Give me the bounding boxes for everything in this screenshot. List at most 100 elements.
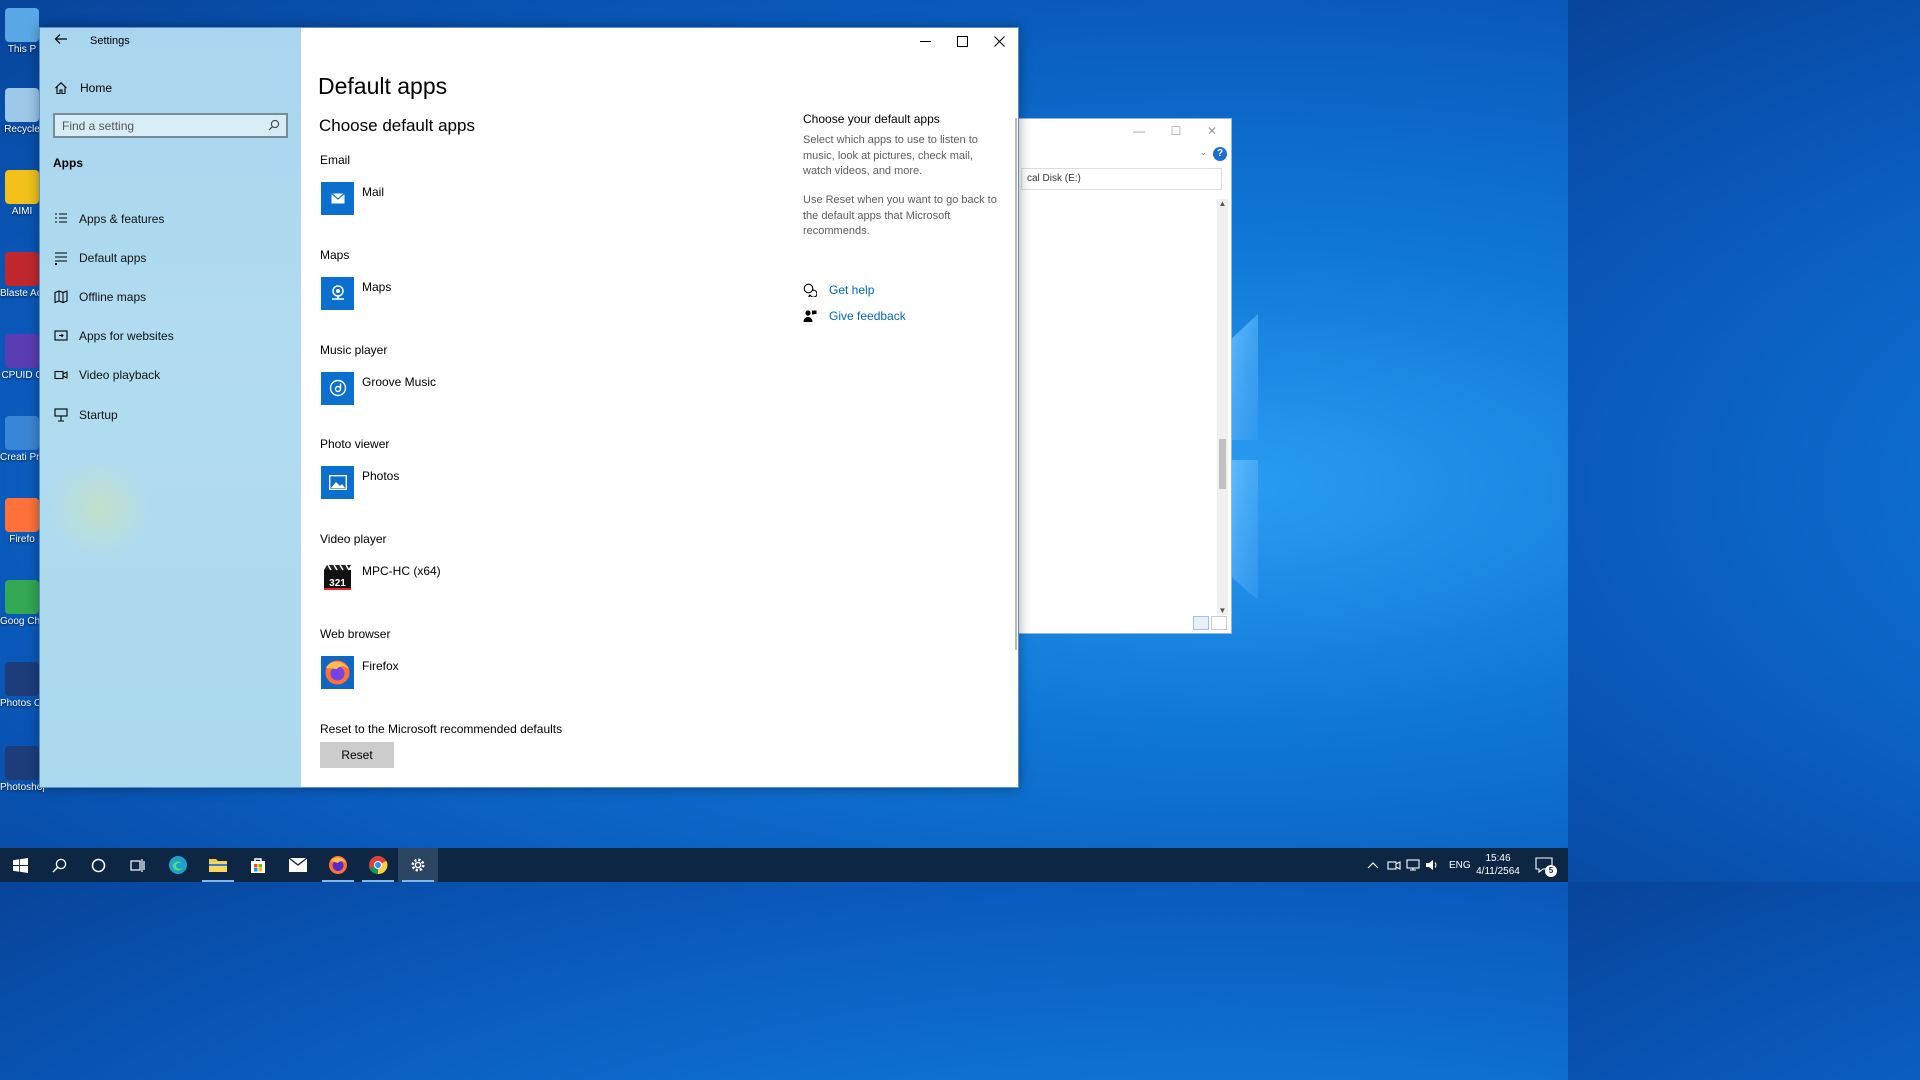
sidebar-item-video-playback[interactable]: Video playback — [40, 356, 301, 395]
startup-icon — [54, 407, 68, 422]
large-icons-view-icon[interactable] — [1211, 616, 1227, 630]
app-shortcut-icon — [5, 88, 39, 122]
folder-icon — [209, 859, 227, 872]
desktop-icon[interactable]: Goog Chron — [0, 580, 44, 627]
store-taskbar-button[interactable] — [238, 848, 278, 882]
search-icon[interactable] — [268, 119, 280, 131]
sidebar-item-startup[interactable]: Startup — [40, 395, 301, 434]
explorer-titlebar[interactable]: — ☐ ✕ — [1001, 119, 1231, 143]
chevron-down-icon[interactable]: ⌄ — [1199, 147, 1207, 158]
chrome-taskbar-button[interactable] — [358, 848, 398, 882]
default-app-button[interactable]: Maps — [321, 276, 392, 310]
help-icon[interactable]: ? — [1213, 147, 1227, 161]
default-app-name: Mail — [362, 185, 385, 199]
explorer-scrollbar[interactable]: ▲ ▼ — [1217, 199, 1228, 615]
get-help-link[interactable]: Get help — [803, 283, 874, 297]
default-app-name: Photos — [362, 469, 400, 484]
search-taskbar-button[interactable] — [39, 848, 79, 882]
desktop-icon[interactable]: Creati Produc — [0, 416, 44, 463]
desktop-icon-label: Firefo — [9, 534, 35, 545]
home-icon — [55, 82, 67, 95]
scroll-up-icon[interactable]: ▲ — [1217, 199, 1228, 208]
desktop-icon[interactable]: Blaste Acoust — [0, 252, 44, 299]
category-label: Maps — [320, 247, 350, 262]
meet-now-icon[interactable] — [1387, 858, 1401, 872]
chevron-up-icon[interactable] — [1366, 860, 1380, 870]
start-button[interactable] — [0, 848, 40, 882]
mail-taskbar-button[interactable] — [278, 848, 318, 882]
link-window-icon — [54, 330, 68, 341]
task-view-button[interactable] — [117, 848, 157, 882]
sidebar-item-default-apps[interactable]: Default apps — [40, 238, 301, 277]
default-app-button[interactable]: 321 MPC-HC (x64) — [321, 561, 441, 595]
explorer-ribbon: ⌄ ? — [1001, 143, 1231, 163]
language-indicator[interactable]: ENG — [1449, 860, 1471, 871]
svg-text:321: 321 — [329, 578, 346, 589]
default-apps-icon — [55, 252, 67, 265]
file-explorer-window[interactable]: — ☐ ✕ ⌄ ? cal Disk (E:) ▲ ▼ — [1000, 118, 1232, 634]
clock-time: 15:46 — [1485, 853, 1511, 864]
settings-taskbar-button[interactable] — [398, 848, 438, 882]
desktop-icon-label: This P — [7, 44, 37, 55]
desktop-icon[interactable]: AIMI — [0, 170, 44, 217]
desktop-icon[interactable]: Recycle — [0, 88, 44, 135]
explorer-scroll-thumb[interactable] — [1219, 439, 1226, 489]
default-app-button[interactable]: Photos — [321, 466, 400, 500]
volume-icon[interactable] — [1425, 858, 1439, 872]
sidebar-item-label: Apps for websites — [79, 329, 174, 344]
search-icon — [51, 858, 66, 873]
details-view-icon[interactable] — [1193, 616, 1209, 630]
search-input[interactable] — [55, 118, 255, 133]
get-help-label[interactable]: Get help — [829, 283, 874, 297]
content-scrollbar[interactable] — [1015, 118, 1017, 650]
give-feedback-label[interactable]: Give feedback — [829, 309, 906, 323]
default-app-button[interactable]: Firefox — [321, 656, 399, 689]
file-explorer-taskbar-button[interactable] — [198, 848, 238, 882]
edge-taskbar-button[interactable] — [158, 848, 198, 882]
settings-search-box[interactable] — [53, 113, 288, 138]
sidebar-item-apps-for-websites[interactable]: Apps for websites — [40, 317, 301, 356]
explorer-maximize-button[interactable]: ☐ — [1168, 123, 1184, 139]
cortana-button[interactable] — [78, 848, 118, 882]
explorer-close-button[interactable]: ✕ — [1204, 123, 1220, 139]
app-shortcut-icon — [5, 746, 39, 780]
category-label: Email — [320, 153, 351, 167]
give-feedback-link[interactable]: Give feedback — [803, 309, 906, 323]
sidebar-item-label: Offline maps — [79, 289, 147, 304]
explorer-address-bar[interactable]: cal Disk (E:) — [1021, 168, 1222, 190]
settings-window[interactable]: Settings Home Apps Apps & features Defaul… — [39, 27, 1019, 788]
explorer-minimize-button[interactable]: — — [1131, 123, 1147, 139]
default-app-name: Maps — [362, 279, 392, 294]
desktop-icon-label: Recycle — [4, 124, 40, 135]
action-center-button[interactable]: 5 — [1526, 848, 1562, 882]
sidebar-item-apps-features[interactable]: Apps & features — [40, 199, 301, 238]
sidebar-item-label: Video playback — [79, 368, 161, 383]
sidebar-item-offline-maps[interactable]: Offline maps — [40, 277, 301, 316]
app-shortcut-icon — [5, 334, 39, 368]
category-label: Web browser — [320, 627, 391, 641]
firefox-taskbar-button[interactable] — [318, 848, 358, 882]
back-button[interactable] — [52, 32, 70, 50]
default-app-button[interactable]: Groove Music — [321, 371, 436, 405]
maps-icon — [321, 276, 354, 310]
window-title: Settings — [90, 35, 130, 47]
desktop-icon[interactable]: Photos CS6 x — [0, 662, 44, 709]
reset-button[interactable]: Reset — [320, 742, 394, 768]
clock[interactable]: 15:46 4/11/2564 — [1470, 852, 1526, 878]
clock-date: 4/11/2564 — [1476, 866, 1520, 877]
default-app-button[interactable]: Mail — [321, 182, 384, 215]
desktop-icon[interactable]: Photoshop CS6 — [0, 746, 44, 793]
category-label: Music player — [320, 342, 388, 357]
desktop-icon-label: Creati Produc — [0, 452, 44, 463]
mpc-hc-icon: 321 — [321, 561, 354, 595]
sidebar-acrylic-glow — [50, 458, 150, 558]
help-panel-reset-text: Use Reset when you want to go back to th… — [803, 194, 997, 237]
home-nav-item[interactable]: Home — [54, 79, 112, 97]
desktop-icon[interactable]: This P — [0, 8, 44, 55]
desktop-icon[interactable]: Firefo — [0, 498, 44, 545]
mail-icon — [288, 857, 308, 872]
desktop-icon[interactable]: CPUID C — [0, 334, 44, 381]
photos-icon — [321, 466, 354, 500]
network-icon[interactable] — [1406, 858, 1420, 872]
scroll-down-icon[interactable]: ▼ — [1217, 606, 1228, 615]
